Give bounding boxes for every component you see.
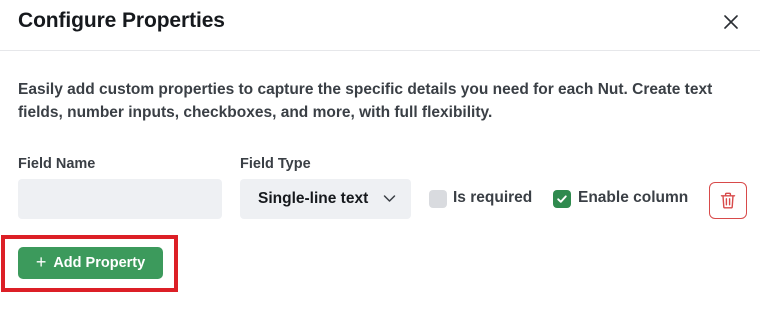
close-icon — [724, 15, 738, 29]
add-property-button[interactable]: + Add Property — [18, 247, 163, 279]
field-name-label: Field Name — [18, 156, 96, 172]
delete-property-button[interactable] — [709, 182, 747, 219]
check-icon — [557, 195, 567, 203]
is-required-checkbox[interactable] — [429, 190, 447, 208]
dialog-header: Configure Properties — [0, 0, 760, 51]
enable-column-checkbox[interactable] — [553, 190, 571, 208]
chevron-down-icon — [383, 195, 396, 202]
enable-column-label: Enable column — [578, 189, 689, 206]
field-type-selected-value: Single-line text — [258, 190, 369, 207]
dialog-title: Configure Properties — [18, 9, 225, 32]
configure-properties-dialog: Configure Properties Easily add custom p… — [0, 0, 760, 313]
field-type-select[interactable]: Single-line text — [240, 179, 411, 219]
close-button[interactable] — [717, 8, 745, 36]
is-required-label: Is required — [453, 189, 533, 206]
add-property-label: Add Property — [53, 255, 146, 271]
plus-icon: + — [35, 252, 47, 272]
field-type-label: Field Type — [240, 156, 311, 172]
trash-icon — [720, 192, 736, 209]
dialog-description: Easily add custom properties to capture … — [18, 81, 713, 121]
field-name-input[interactable] — [18, 179, 222, 219]
